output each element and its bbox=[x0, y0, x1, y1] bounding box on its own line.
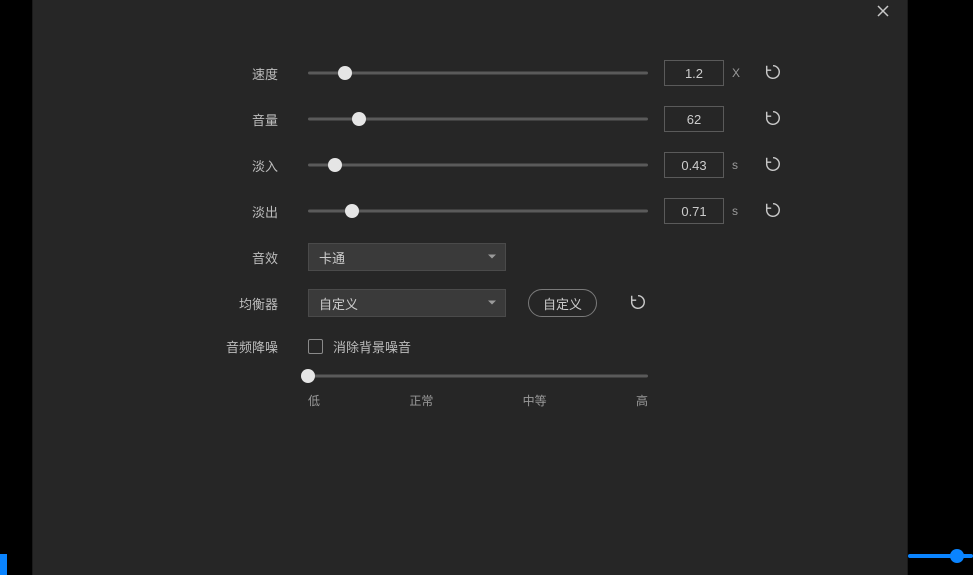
row-volume: 音量 bbox=[33, 96, 907, 142]
row-fade-in: 淡入 s bbox=[33, 142, 907, 188]
reset-icon bbox=[629, 293, 647, 314]
fade-in-slider[interactable] bbox=[308, 155, 648, 175]
equalizer-custom-button[interactable]: 自定义 bbox=[528, 289, 597, 317]
row-speed: 速度 X bbox=[33, 50, 907, 96]
tick-low: 低 bbox=[308, 392, 320, 409]
label-denoise: 音频降噪 bbox=[33, 337, 308, 356]
fade-in-input[interactable] bbox=[664, 152, 724, 178]
label-effect: 音效 bbox=[33, 248, 308, 267]
speed-slider[interactable] bbox=[308, 63, 648, 83]
fade-out-slider-thumb[interactable] bbox=[345, 204, 359, 218]
row-equalizer: 均衡器 自定义 自定义 bbox=[33, 280, 907, 326]
fade-in-slider-thumb[interactable] bbox=[328, 158, 342, 172]
close-button[interactable] bbox=[873, 2, 893, 22]
reset-icon bbox=[764, 201, 782, 222]
fade-in-reset-button[interactable] bbox=[762, 154, 784, 176]
speed-reset-button[interactable] bbox=[762, 62, 784, 84]
timeline-scrub-thumb[interactable] bbox=[950, 549, 964, 563]
reset-icon bbox=[764, 155, 782, 176]
tick-medium: 中等 bbox=[523, 392, 547, 409]
label-volume: 音量 bbox=[33, 110, 308, 129]
denoise-ticks: 低 正常 中等 高 bbox=[308, 392, 648, 409]
speed-slider-thumb[interactable] bbox=[338, 66, 352, 80]
close-icon bbox=[877, 5, 889, 20]
volume-slider[interactable] bbox=[308, 109, 648, 129]
volume-slider-thumb[interactable] bbox=[352, 112, 366, 126]
effect-select-value: 卡通 bbox=[319, 248, 345, 267]
reset-icon bbox=[764, 63, 782, 84]
tick-normal: 正常 bbox=[409, 392, 433, 409]
fade-out-unit: s bbox=[732, 204, 742, 218]
chevron-down-icon bbox=[487, 296, 497, 311]
row-fade-out: 淡出 s bbox=[33, 188, 907, 234]
fade-in-unit: s bbox=[732, 158, 742, 172]
fade-out-slider[interactable] bbox=[308, 201, 648, 221]
audio-settings-panel: 速度 X 音量 bbox=[32, 0, 908, 575]
label-fade-in: 淡入 bbox=[33, 156, 308, 175]
label-equalizer: 均衡器 bbox=[33, 294, 308, 313]
timeline-marker[interactable] bbox=[0, 554, 7, 575]
fade-out-reset-button[interactable] bbox=[762, 200, 784, 222]
denoise-slider-thumb[interactable] bbox=[301, 369, 315, 383]
row-effect: 音效 卡通 bbox=[33, 234, 907, 280]
label-fade-out: 淡出 bbox=[33, 202, 308, 221]
denoise-checkbox[interactable] bbox=[308, 339, 323, 354]
speed-input[interactable] bbox=[664, 60, 724, 86]
settings-rows: 速度 X 音量 bbox=[33, 50, 907, 409]
speed-unit: X bbox=[732, 66, 742, 80]
reset-icon bbox=[764, 109, 782, 130]
row-denoise: 音频降噪 消除背景噪音 bbox=[33, 326, 907, 366]
denoise-slider-wrap: 低 正常 中等 高 bbox=[308, 366, 648, 409]
equalizer-reset-button[interactable] bbox=[627, 292, 649, 314]
equalizer-select-value: 自定义 bbox=[319, 294, 358, 313]
volume-input[interactable] bbox=[664, 106, 724, 132]
volume-reset-button[interactable] bbox=[762, 108, 784, 130]
effect-select[interactable]: 卡通 bbox=[308, 243, 506, 271]
tick-high: 高 bbox=[636, 392, 648, 409]
denoise-slider[interactable] bbox=[308, 366, 648, 386]
denoise-checkbox-label: 消除背景噪音 bbox=[333, 337, 411, 356]
label-speed: 速度 bbox=[33, 64, 308, 83]
chevron-down-icon bbox=[487, 250, 497, 265]
fade-out-input[interactable] bbox=[664, 198, 724, 224]
equalizer-select[interactable]: 自定义 bbox=[308, 289, 506, 317]
